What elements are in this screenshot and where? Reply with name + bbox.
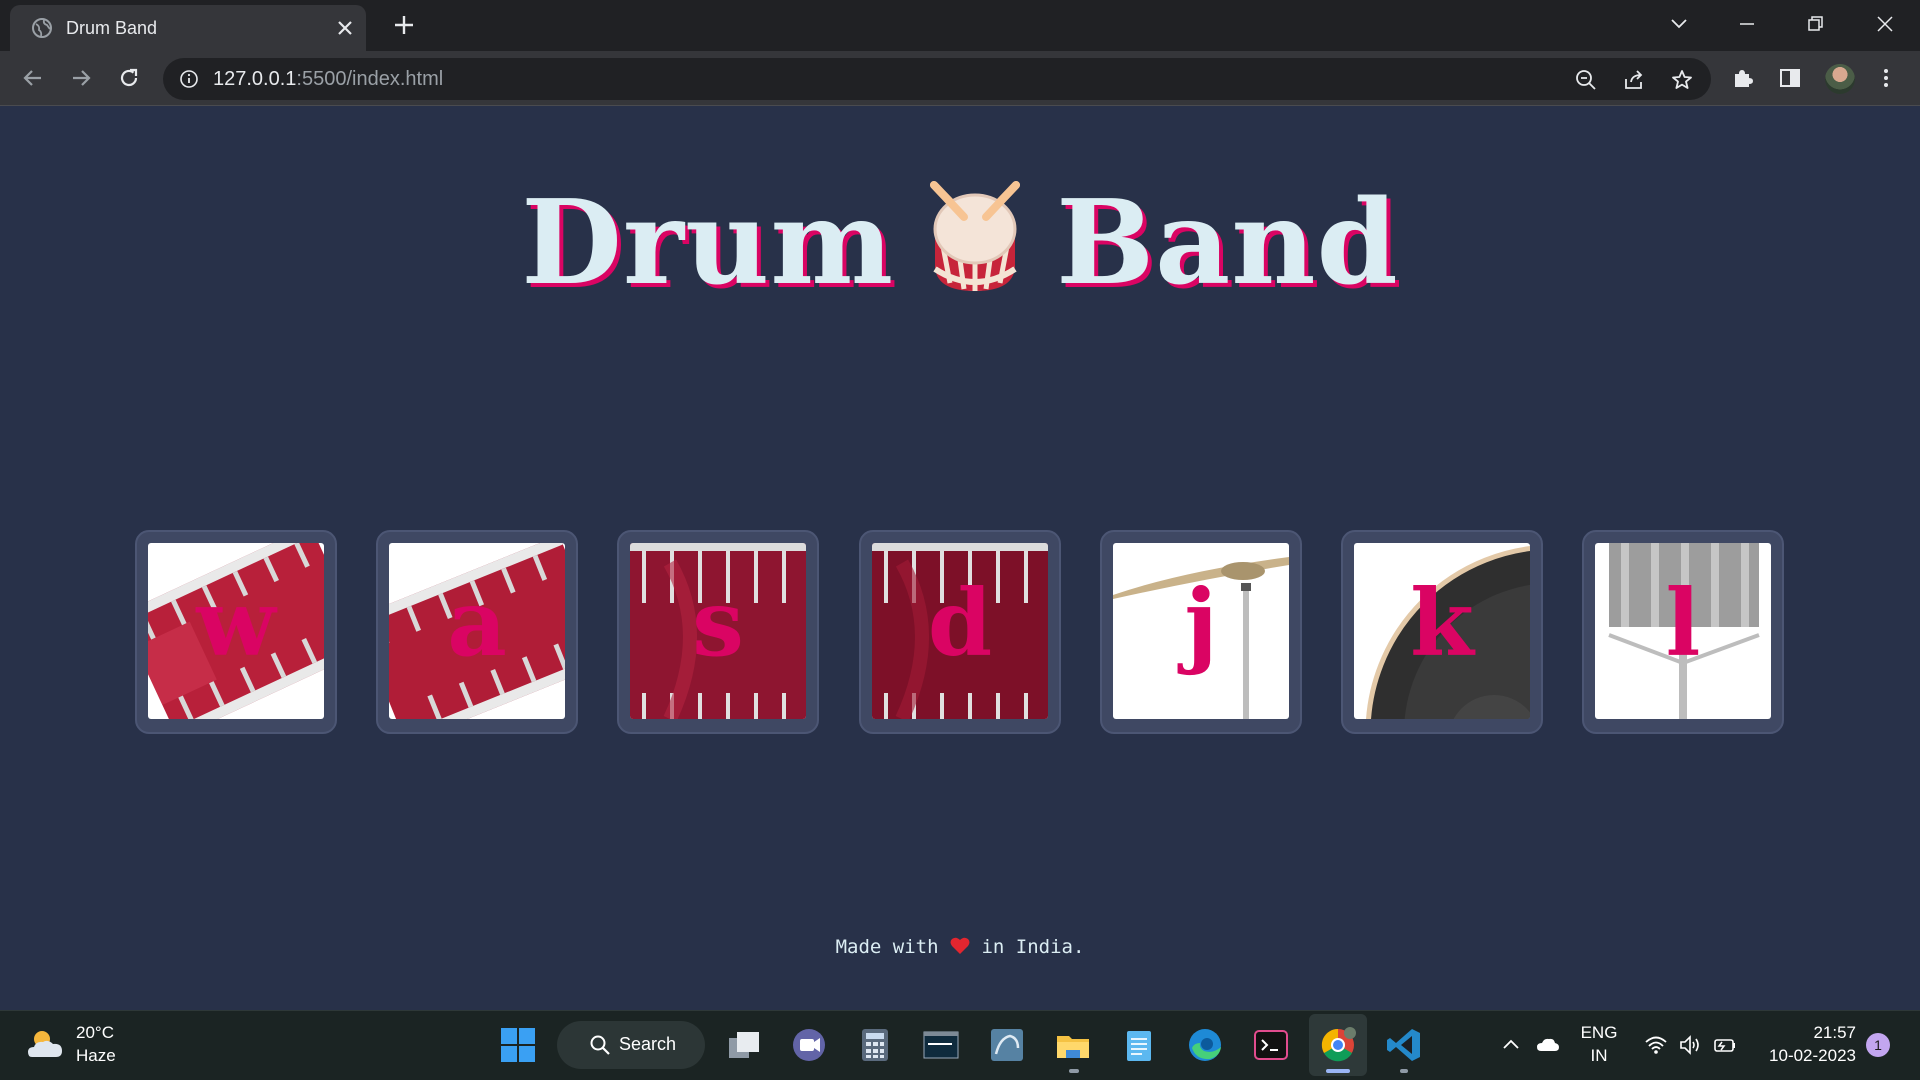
address-bar[interactable]: 127.0.0.1:5500/index.html [163,58,1711,100]
terminal-icon[interactable] [1252,1026,1290,1064]
wifi-icon[interactable] [1644,1033,1668,1057]
browser-toolbar: 127.0.0.1:5500/index.html [0,51,1920,106]
weather-cloud-sun-icon[interactable] [26,1025,66,1065]
vscode-running-indicator [1400,1069,1408,1073]
globe-icon [32,18,52,38]
drum-key-k[interactable]: k [1341,530,1543,734]
footer-text-before: Made with [835,936,939,958]
zoom-out-icon[interactable] [1574,68,1598,92]
notification-badge[interactable]: 1 [1866,1033,1890,1057]
restore-icon[interactable] [1804,12,1828,36]
drum-key-d[interactable]: d [859,530,1061,734]
clock-date[interactable]: 10-02-2023 [1756,1046,1856,1066]
drum-key-face: w [148,543,324,719]
taskbar-search-button[interactable]: Search [557,1021,705,1069]
drum-set: w a s d j k l [135,530,1785,734]
page-footer: Made with in India. [0,936,1920,958]
drum-key-l[interactable]: l [1582,530,1784,734]
drum-key-j[interactable]: j [1100,530,1302,734]
more-menu-icon[interactable] [1874,66,1898,90]
tab-search-chevron-icon[interactable] [1667,12,1691,36]
browser-tab-strip: Drum Band [0,0,1920,51]
drum-key-a[interactable]: a [376,530,578,734]
windows-taskbar: 20°C Haze Search ENG IN 21:57 10-02-2023… [0,1010,1920,1080]
key-letter: k [1410,569,1474,677]
web-page: Drum Band w a s d j k l Made with in Ind… [0,107,1920,1010]
key-letter: d [927,569,993,677]
back-arrow-icon[interactable] [20,65,46,91]
battery-icon[interactable] [1713,1033,1737,1057]
key-letter: j [1184,569,1218,677]
forward-arrow-icon[interactable] [68,65,94,91]
edge-browser-icon[interactable] [1186,1026,1224,1064]
drum-key-face: a [389,543,565,719]
drum-key-face: d [872,543,1048,719]
drum-key-face: k [1354,543,1530,719]
key-letter: l [1665,569,1701,677]
drum-key-w[interactable]: w [135,530,337,734]
side-panel-icon[interactable] [1778,66,1802,90]
key-letter: s [692,569,744,677]
drum-key-face: j [1113,543,1289,719]
site-info-icon[interactable] [179,69,199,89]
drum-key-face: s [630,543,806,719]
input-region[interactable]: IN [1578,1046,1620,1066]
onedrive-cloud-icon[interactable] [1536,1033,1560,1057]
vscode-icon[interactable] [1385,1026,1423,1064]
notepad-icon[interactable] [1120,1026,1158,1064]
reload-icon[interactable] [116,65,142,91]
file-explorer-icon[interactable] [1054,1026,1092,1064]
close-tab-icon[interactable] [336,19,354,37]
key-letter: a [447,569,507,677]
drum-key-face: l [1595,543,1771,719]
chrome-running-indicator [1326,1069,1350,1073]
windows-start-icon[interactable] [499,1026,537,1064]
title-word-band: Band [1056,175,1399,311]
share-icon[interactable] [1622,68,1646,92]
minimize-icon[interactable] [1735,12,1759,36]
task-view-icon[interactable] [725,1026,763,1064]
show-hidden-icons-chevron-icon[interactable] [1499,1033,1523,1057]
weather-condition: Haze [76,1046,116,1065]
close-window-icon[interactable] [1873,12,1897,36]
drum-icon [930,181,1021,291]
chrome-browser-icon[interactable] [1319,1026,1357,1064]
search-label: Search [619,1034,677,1054]
input-language[interactable]: ENG [1578,1023,1620,1043]
bookmark-star-icon[interactable] [1670,68,1694,92]
title-word-drum: Drum [521,175,895,311]
profile-avatar[interactable] [1825,64,1855,94]
mysql-workbench-icon[interactable] [988,1026,1026,1064]
heart-icon [950,937,970,954]
footer-text-after: in India. [981,936,1085,958]
search-icon [590,1035,610,1055]
weather-temperature: 20°C [76,1023,114,1042]
url-text: 127.0.0.1:5500/index.html [213,68,444,90]
clock-time[interactable]: 21:57 [1756,1023,1856,1043]
key-letter: w [196,569,276,677]
browser-tab[interactable]: Drum Band [10,5,366,51]
mysql-shell-icon[interactable] [922,1026,960,1064]
volume-icon[interactable] [1678,1033,1702,1057]
drum-key-s[interactable]: s [617,530,819,734]
extensions-puzzle-icon[interactable] [1731,66,1755,90]
explorer-running-indicator [1069,1069,1079,1073]
new-tab-icon[interactable] [393,14,415,36]
teams-chat-icon[interactable] [790,1026,828,1064]
calculator-icon[interactable] [856,1026,894,1064]
tab-title: Drum Band [66,18,158,38]
page-title: Drum Band [0,175,1920,311]
